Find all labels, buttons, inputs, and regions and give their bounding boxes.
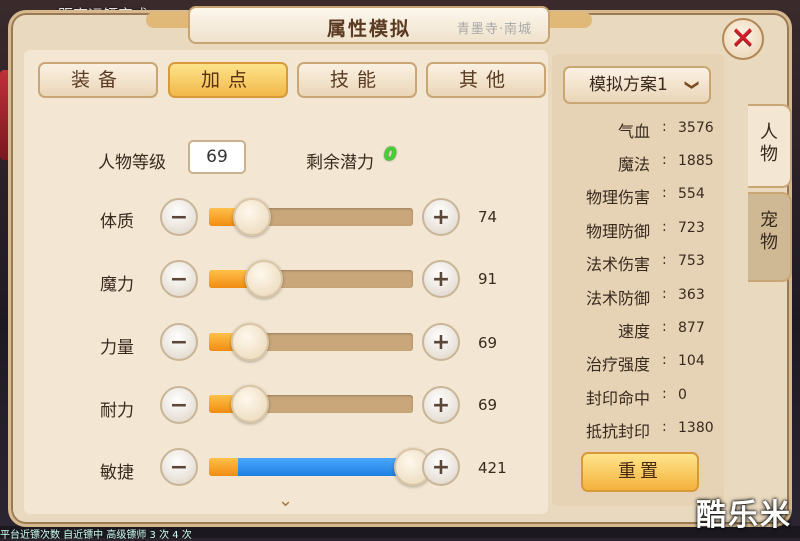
- attr-separator: :: [662, 286, 667, 302]
- stat-value: 69: [478, 396, 498, 414]
- attr-value: 1885: [678, 153, 714, 169]
- background-chat-strip: 平台近镖次数 自近镖中 高级镖师 3 次 4 次: [0, 526, 800, 541]
- potential-value: 0: [384, 144, 397, 165]
- level-label: 人物等级: [98, 153, 166, 173]
- close-icon: ✕: [730, 21, 756, 56]
- stat-name: 耐力: [100, 401, 134, 421]
- attr-name: 物理防御: [585, 222, 650, 241]
- side-tab-pet[interactable]: 宠物: [748, 192, 792, 282]
- side-tab-label: 人物: [760, 122, 778, 165]
- tab-label: 装备: [70, 69, 125, 91]
- plus-icon: +: [431, 329, 451, 355]
- tab-add-points[interactable]: 加点: [168, 62, 288, 98]
- attr-separator: :: [662, 352, 667, 368]
- chevron-down-icon: ❯: [683, 79, 700, 91]
- increase-button[interactable]: +: [422, 323, 460, 361]
- attr-separator: :: [662, 386, 667, 402]
- minus-icon: −: [169, 392, 189, 418]
- attr-value: 363: [678, 287, 705, 303]
- stat-value: 69: [478, 334, 498, 352]
- decrease-button[interactable]: −: [160, 386, 198, 424]
- reset-label: 重置: [618, 461, 662, 482]
- decrease-button[interactable]: −: [160, 448, 198, 486]
- minus-icon: −: [169, 454, 189, 480]
- attr-value: 104: [678, 353, 705, 369]
- attr-separator: :: [662, 119, 667, 135]
- tab-label: 加点: [200, 69, 255, 91]
- increase-button[interactable]: +: [422, 198, 460, 236]
- side-tab-label: 宠物: [760, 210, 778, 253]
- decrease-button[interactable]: −: [160, 260, 198, 298]
- plus-icon: +: [431, 392, 451, 418]
- attr-name: 封印命中: [585, 389, 650, 408]
- attr-value: 723: [678, 220, 705, 236]
- attr-value: 877: [678, 320, 705, 336]
- attr-name: 法术防御: [585, 289, 650, 308]
- attr-name: 法术伤害: [585, 255, 650, 274]
- attr-separator: :: [662, 219, 667, 235]
- increase-button[interactable]: +: [422, 386, 460, 424]
- base-fill: [209, 458, 238, 476]
- slider-knob[interactable]: [245, 260, 283, 298]
- attr-separator: :: [662, 252, 667, 268]
- attr-name: 魔法: [617, 155, 650, 174]
- slider-knob[interactable]: [231, 323, 269, 361]
- stat-slider-track[interactable]: [209, 458, 413, 476]
- scroll-down-icon[interactable]: ⌄: [278, 490, 293, 511]
- attr-name: 速度: [617, 322, 650, 341]
- increase-button[interactable]: +: [422, 260, 460, 298]
- decrease-button[interactable]: −: [160, 198, 198, 236]
- attr-value: 3576: [678, 120, 714, 136]
- title-bar: 属性模拟 青墨寺·南城: [188, 6, 550, 44]
- title-decoration-text: 青墨寺·南城: [456, 22, 532, 37]
- decrease-button[interactable]: −: [160, 323, 198, 361]
- attr-separator: :: [662, 419, 667, 435]
- increase-button[interactable]: +: [422, 448, 460, 486]
- plus-icon: +: [431, 204, 451, 230]
- stat-value: 74: [478, 208, 498, 226]
- minus-icon: −: [169, 204, 189, 230]
- side-tab-character[interactable]: 人物: [748, 104, 792, 188]
- plus-icon: +: [431, 454, 451, 480]
- plus-icon: +: [431, 266, 451, 292]
- attr-name: 气血: [617, 122, 650, 141]
- attr-value: 0: [678, 387, 687, 403]
- potential-label: 剩余潜力: [306, 153, 374, 173]
- attr-separator: :: [662, 319, 667, 335]
- attr-separator: :: [662, 185, 667, 201]
- attr-name: 治疗强度: [585, 355, 650, 374]
- watermark-logo: 酷乐米: [696, 498, 792, 533]
- stat-value: 421: [478, 459, 507, 477]
- slider-knob[interactable]: [233, 198, 271, 236]
- plan-dropdown[interactable]: 模拟方案1 ❯: [563, 66, 711, 104]
- added-fill: [238, 458, 409, 476]
- background-bottom-text: 平台近镖次数 自近镖中 高级镖师 3 次 4 次: [0, 530, 192, 541]
- tab-skills[interactable]: 技能: [297, 62, 417, 98]
- tab-equipment[interactable]: 装备: [38, 62, 158, 98]
- tab-label: 技能: [329, 69, 384, 91]
- stat-name: 力量: [100, 338, 134, 358]
- close-button[interactable]: ✕: [722, 18, 764, 60]
- attr-value: 554: [678, 186, 705, 202]
- minus-icon: −: [169, 266, 189, 292]
- level-input[interactable]: 69: [188, 140, 246, 174]
- minus-icon: −: [169, 329, 189, 355]
- slider-knob[interactable]: [231, 385, 269, 423]
- attr-name: 物理伤害: [585, 188, 650, 207]
- stat-slider-track[interactable]: [209, 270, 413, 288]
- tab-other[interactable]: 其他: [426, 62, 546, 98]
- reset-button[interactable]: 重置: [581, 452, 699, 492]
- stat-name: 敏捷: [100, 463, 134, 483]
- tab-label: 其他: [458, 69, 513, 91]
- stat-value: 91: [478, 270, 498, 288]
- attr-value: 1380: [678, 420, 714, 436]
- stat-name: 魔力: [100, 275, 134, 295]
- stat-name: 体质: [100, 212, 134, 232]
- plan-label: 模拟方案1: [589, 75, 668, 95]
- attr-name: 抵抗封印: [585, 422, 650, 441]
- attr-value: 753: [678, 253, 705, 269]
- attr-separator: :: [662, 152, 667, 168]
